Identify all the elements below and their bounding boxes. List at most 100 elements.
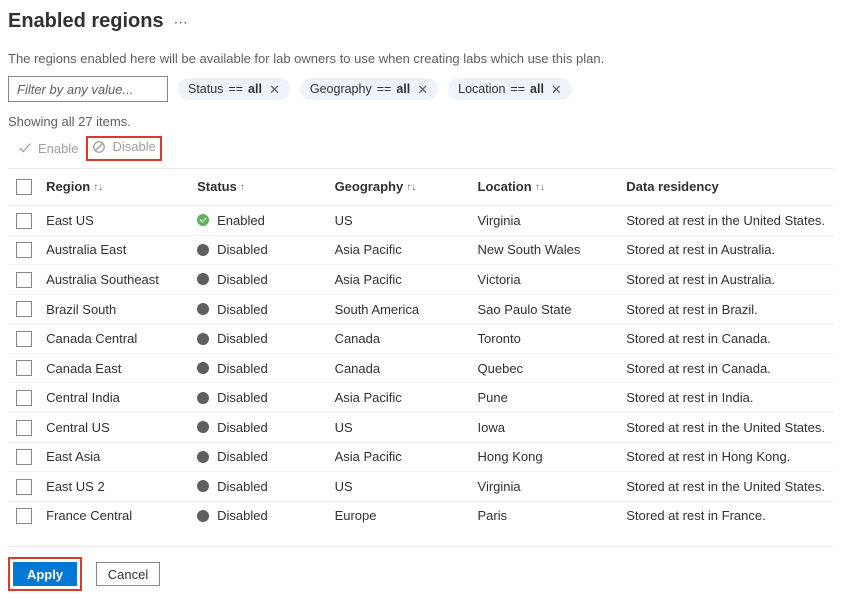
cell-region: Canada Central xyxy=(46,324,197,354)
page-description: The regions enabled here will be availab… xyxy=(8,51,833,66)
apply-highlight: Apply xyxy=(8,557,82,591)
cell-region: Australia East xyxy=(46,235,197,265)
cell-location: Pune xyxy=(478,383,627,413)
cell-status: Disabled xyxy=(217,449,268,464)
row-checkbox[interactable] xyxy=(16,479,32,495)
cell-residency: Stored at rest in Australia. xyxy=(626,235,833,265)
cell-status: Disabled xyxy=(217,302,268,317)
cell-region: Brazil South xyxy=(46,294,197,324)
enable-action[interactable]: Enable xyxy=(18,141,78,156)
table-row[interactable]: Brazil South Disabled South AmericaSao Pau… xyxy=(8,294,833,324)
cell-status: Disabled xyxy=(217,272,268,287)
cell-status: Disabled xyxy=(217,479,268,494)
select-all-checkbox[interactable] xyxy=(16,179,32,195)
cell-location: Virginia xyxy=(478,472,627,502)
cell-residency: Stored at rest in the United States. xyxy=(626,413,833,443)
disable-action[interactable]: Disable xyxy=(92,139,155,154)
sort-icon: ↑↓ xyxy=(535,182,545,193)
status-dot-icon xyxy=(197,392,209,404)
row-checkbox[interactable] xyxy=(16,420,32,436)
row-checkbox[interactable] xyxy=(16,331,32,347)
row-checkbox[interactable] xyxy=(16,301,32,317)
status-dot-icon xyxy=(197,303,209,315)
cell-location: Sao Paulo State xyxy=(478,294,627,324)
cell-geography: Canada xyxy=(335,324,478,354)
filter-pill-location[interactable]: Location == all ✕ xyxy=(448,78,572,100)
cell-region: East US xyxy=(46,206,197,236)
sort-icon: ↑↓ xyxy=(406,182,416,193)
cell-residency: Stored at rest in the United States. xyxy=(626,206,833,236)
cell-geography: US xyxy=(335,413,478,443)
cell-location: Paris xyxy=(478,501,627,530)
table-row[interactable]: Canada Central Disabled CanadaTorontoStore… xyxy=(8,324,833,354)
col-region[interactable]: Region↑↓ xyxy=(46,169,197,206)
cell-residency: Stored at rest in France. xyxy=(626,501,833,530)
cancel-button[interactable]: Cancel xyxy=(96,562,160,586)
prohibit-icon xyxy=(92,140,106,154)
filter-pill-geography[interactable]: Geography == all ✕ xyxy=(300,78,438,100)
cell-region: Central US xyxy=(46,413,197,443)
cell-region: Canada East xyxy=(46,353,197,383)
table-row[interactable]: Australia SoutheastDisabledAsia PacificV… xyxy=(8,265,833,295)
status-dot-icon xyxy=(197,244,209,256)
row-checkbox[interactable] xyxy=(16,360,32,376)
item-count: Showing all 27 items. xyxy=(8,114,833,129)
col-status[interactable]: Status↑ xyxy=(197,169,334,206)
filter-pill-status[interactable]: Status == all ✕ xyxy=(178,78,290,100)
cell-region: East Asia xyxy=(46,442,197,472)
status-dot-icon xyxy=(197,510,209,522)
sort-icon: ↑↓ xyxy=(93,182,103,193)
table-row[interactable]: Central IndiaDisabledAsia PacificPuneSto… xyxy=(8,383,833,413)
cell-status: Enabled xyxy=(217,213,265,228)
table-row[interactable]: Canada EastDisabledCanadaQuebecStored at… xyxy=(8,353,833,383)
cell-residency: Stored at rest in Hong Kong. xyxy=(626,442,833,472)
cell-residency: Stored at rest in Brazil. xyxy=(626,294,833,324)
table-row[interactable]: East AsiaDisabledAsia PacificHong KongSt… xyxy=(8,442,833,472)
table-row[interactable]: East US 2DisabledUSVirginiaStored at res… xyxy=(8,472,833,502)
cell-geography: Asia Pacific xyxy=(335,235,478,265)
filter-input[interactable] xyxy=(8,76,168,102)
cell-geography: Canada xyxy=(335,353,478,383)
col-geography[interactable]: Geography↑↓ xyxy=(335,169,478,206)
cell-status: Disabled xyxy=(217,331,268,346)
cell-location: Quebec xyxy=(478,353,627,383)
status-dot-icon xyxy=(197,273,209,285)
cell-geography: South America xyxy=(335,294,478,324)
col-residency[interactable]: Data residency xyxy=(626,169,833,206)
close-icon[interactable]: ✕ xyxy=(551,83,562,96)
cell-status: Disabled xyxy=(217,242,268,257)
cell-geography: US xyxy=(335,206,478,236)
status-dot-icon xyxy=(197,451,209,463)
row-checkbox[interactable] xyxy=(16,242,32,258)
cell-geography: Asia Pacific xyxy=(335,383,478,413)
table-row[interactable]: Central USDisabledUSIowaStored at rest i… xyxy=(8,413,833,443)
page-title: Enabled regions xyxy=(8,10,164,33)
close-icon[interactable]: ✕ xyxy=(269,83,280,96)
regions-table: Region↑↓ Status↑ Geography↑↓ Location↑↓ … xyxy=(8,169,833,531)
row-checkbox[interactable] xyxy=(16,508,32,524)
table-row[interactable]: East US Enabled USVirginiaStored at rest i… xyxy=(8,206,833,236)
cell-location: Toronto xyxy=(478,324,627,354)
disable-highlight: Disable xyxy=(86,136,161,161)
more-menu-icon[interactable]: ⋯ xyxy=(174,15,188,29)
status-dot-icon xyxy=(197,214,209,226)
cell-geography: Asia Pacific xyxy=(335,442,478,472)
cell-residency: Stored at rest in Canada. xyxy=(626,353,833,383)
apply-button[interactable]: Apply xyxy=(13,562,77,586)
cell-residency: Stored at rest in Canada. xyxy=(626,324,833,354)
row-checkbox[interactable] xyxy=(16,390,32,406)
cell-status: Disabled xyxy=(217,420,268,435)
row-checkbox[interactable] xyxy=(16,272,32,288)
cell-location: Virginia xyxy=(478,206,627,236)
col-location[interactable]: Location↑↓ xyxy=(478,169,627,206)
row-checkbox[interactable] xyxy=(16,213,32,229)
row-checkbox[interactable] xyxy=(16,449,32,465)
sort-asc-icon: ↑ xyxy=(240,182,245,193)
status-dot-icon xyxy=(197,480,209,492)
table-row[interactable]: Australia EastDisabledAsia PacificNew So… xyxy=(8,235,833,265)
check-icon xyxy=(18,141,32,155)
cell-residency: Stored at rest in the United States. xyxy=(626,472,833,502)
close-icon[interactable]: ✕ xyxy=(417,83,428,96)
table-row[interactable]: France CentralDisabledEuropeParisStored … xyxy=(8,501,833,530)
status-dot-icon xyxy=(197,362,209,374)
